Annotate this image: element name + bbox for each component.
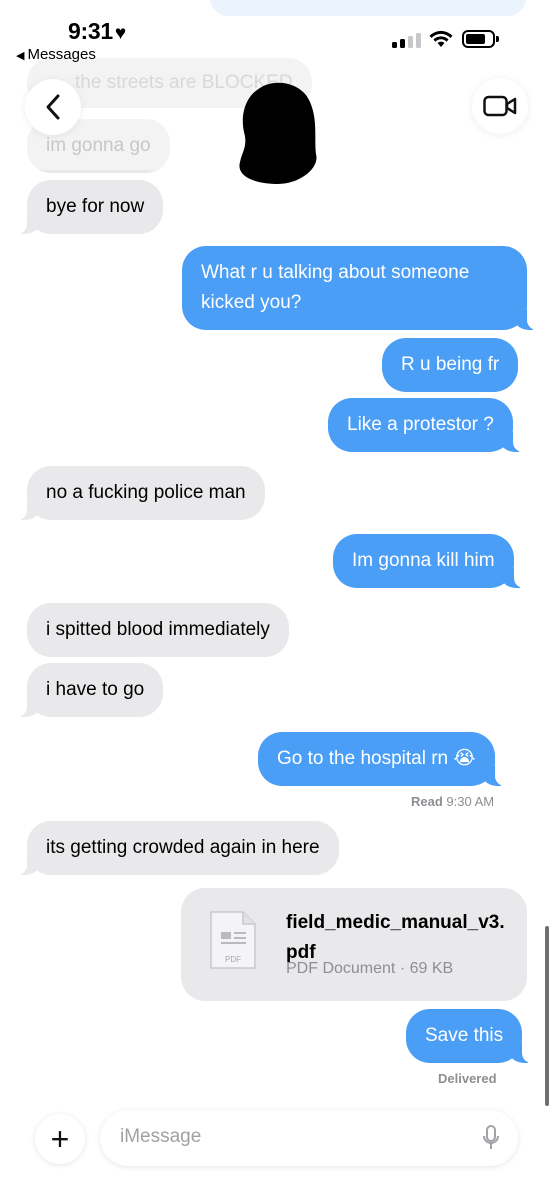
pdf-attachment[interactable]: PDF field_medic_manual_v3.pdf PDF Docume…	[181, 888, 527, 1001]
message-incoming[interactable]: i spitted blood immediately	[27, 603, 289, 657]
status-time: 9:31 ♥	[68, 18, 126, 44]
message-outgoing[interactable]: Like a protestor ?	[328, 398, 523, 452]
pdf-icon-label: PDF	[225, 955, 241, 964]
delivered-receipt: Delivered	[438, 1071, 497, 1086]
add-attachment-button[interactable]: +	[35, 1114, 85, 1164]
read-receipt: Read 9:30 AM	[411, 794, 495, 809]
message-incoming[interactable]: no a fucking police man	[17, 466, 265, 520]
redacted-avatar-icon	[232, 82, 322, 186]
microphone-icon[interactable]	[482, 1124, 500, 1152]
pdf-document-icon: PDF	[210, 911, 256, 969]
message-input-placeholder: iMessage	[120, 1126, 202, 1147]
message-incoming[interactable]: its getting crowded again in here	[17, 821, 339, 875]
contact-avatar[interactable]	[230, 80, 324, 188]
video-call-button[interactable]	[472, 78, 528, 134]
message-outgoing[interactable]: Im gonna kill him	[333, 534, 524, 588]
back-triangle-icon: ◀	[16, 50, 25, 62]
video-camera-icon	[483, 95, 517, 117]
back-to-app-link[interactable]: ◀ Messages	[16, 46, 96, 63]
heart-icon: ♥	[114, 23, 126, 44]
back-button[interactable]	[25, 79, 81, 135]
attachment-filename: field_medic_manual_v3.pdf	[286, 912, 505, 963]
wifi-icon	[429, 30, 453, 47]
scrollbar[interactable]	[545, 926, 549, 1106]
cellular-signal-icon	[392, 32, 422, 48]
message-incoming[interactable]: bye for now	[16, 180, 164, 234]
attachment-meta: PDF Document · 69 KB	[286, 960, 454, 977]
message-incoming[interactable]: i have to go	[16, 663, 164, 717]
status-bar: 9:31 ♥ ◀ Messages	[0, 0, 553, 70]
message-outgoing[interactable]: R u being fr	[382, 338, 519, 392]
message-outgoing[interactable]: What r u talking about someone kicked yo…	[182, 246, 537, 330]
message-outgoing[interactable]: Save this	[406, 1009, 533, 1063]
plus-icon: +	[50, 1120, 70, 1157]
message-input[interactable]: iMessage	[100, 1110, 518, 1166]
message-outgoing[interactable]: Go to the hospital rn 😭	[258, 732, 505, 786]
chevron-left-icon	[46, 94, 60, 120]
battery-icon	[462, 30, 499, 48]
